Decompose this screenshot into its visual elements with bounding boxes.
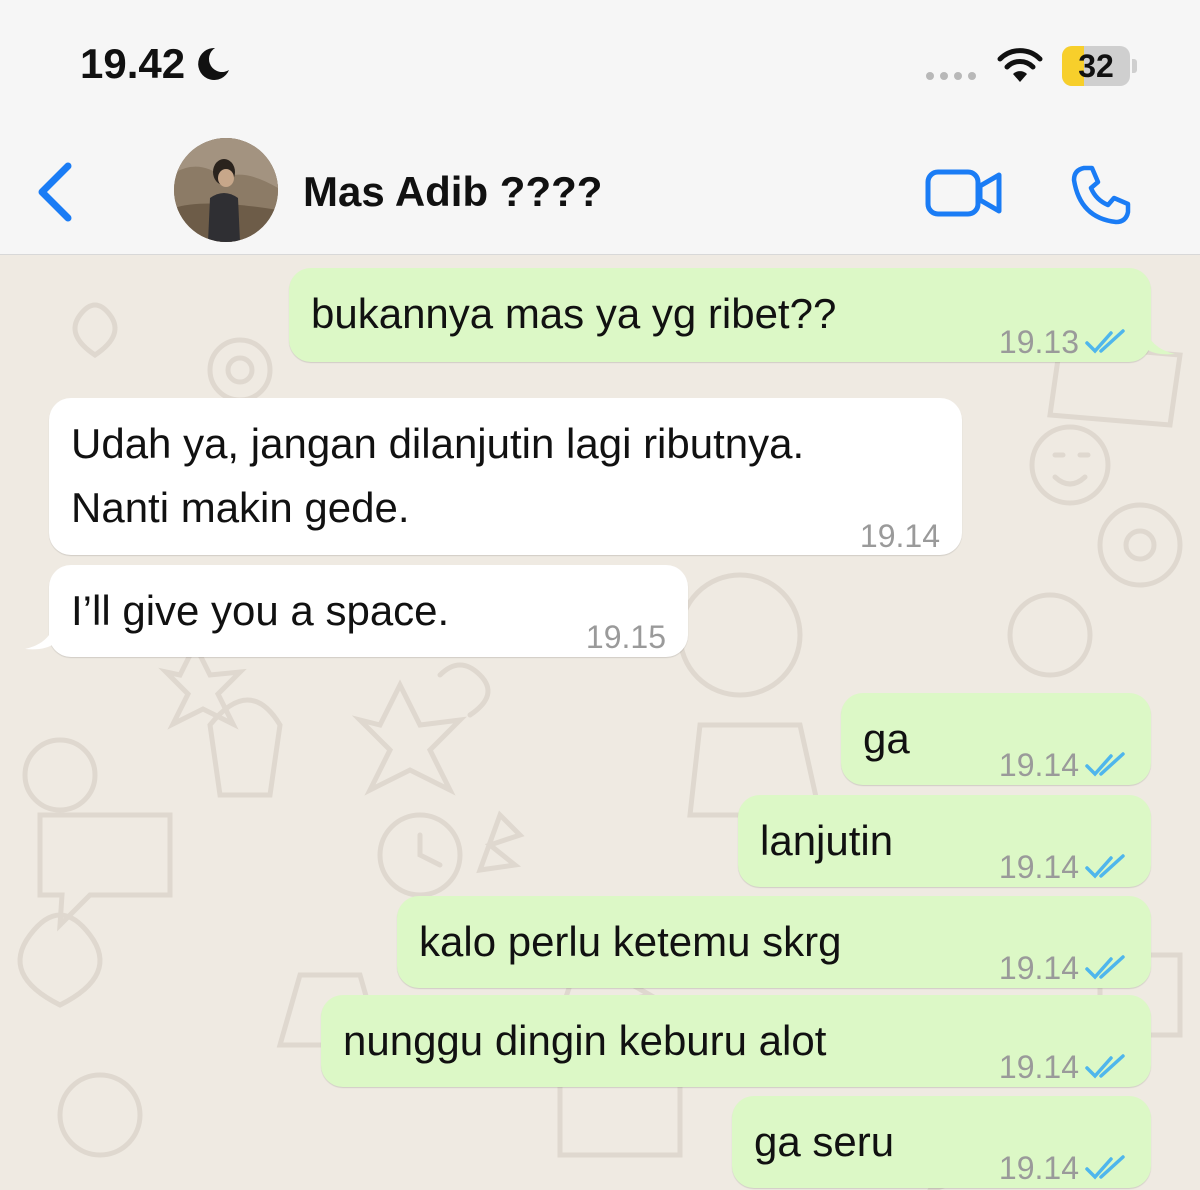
message-bubble-outgoing[interactable]: lanjutin 19.14 bbox=[738, 795, 1151, 887]
message-bubble-outgoing[interactable]: kalo perlu ketemu skrg 19.14 bbox=[397, 896, 1151, 988]
read-ticks-icon bbox=[1085, 1155, 1125, 1180]
message-time: 19.14 bbox=[998, 950, 1079, 986]
status-bar: 19.42 32 bbox=[0, 0, 1200, 120]
message-text-line: Nanti makin gede. bbox=[71, 484, 410, 531]
video-call-icon[interactable] bbox=[925, 168, 1003, 218]
message-meta: 19.14 bbox=[999, 936, 1127, 1000]
phone-call-icon[interactable] bbox=[1070, 164, 1132, 226]
message-list[interactable]: bukannya mas ya yg ribet?? 19.13 Udah ya… bbox=[0, 255, 1200, 1190]
message-text: kalo perlu ketemu skrg bbox=[419, 918, 842, 965]
message-time: 19.14 bbox=[998, 747, 1079, 783]
cellular-signal-icon bbox=[926, 72, 976, 80]
wifi-icon bbox=[997, 48, 1043, 82]
chat-header: Mas Adib ???? bbox=[0, 120, 1200, 255]
message-time: 19.14 bbox=[859, 518, 940, 554]
status-time: 19.42 bbox=[80, 40, 233, 88]
battery-icon: 32 bbox=[1062, 46, 1138, 86]
message-text: ga seru bbox=[754, 1118, 895, 1165]
message-meta: 19.13 bbox=[999, 310, 1127, 374]
read-ticks-icon bbox=[1085, 955, 1125, 980]
message-text: I’ll give you a space. bbox=[71, 587, 450, 634]
read-ticks-icon bbox=[1085, 854, 1125, 879]
message-text: lanjutin bbox=[760, 817, 894, 864]
moon-icon bbox=[198, 47, 230, 80]
message-time: 19.15 bbox=[585, 619, 666, 655]
message-time: 19.13 bbox=[998, 324, 1079, 360]
message-time: 19.14 bbox=[998, 1150, 1079, 1186]
message-bubble-outgoing[interactable]: ga seru 19.14 bbox=[732, 1096, 1151, 1188]
contact-name[interactable]: Mas Adib ???? bbox=[303, 168, 602, 216]
message-meta: 19.14 bbox=[999, 835, 1127, 899]
message-time: 19.14 bbox=[998, 849, 1079, 885]
message-time: 19.14 bbox=[998, 1049, 1079, 1085]
message-meta: 19.15 bbox=[586, 605, 666, 669]
message-text: nunggu dingin keburu alot bbox=[343, 1017, 827, 1064]
clock-text: 19.42 bbox=[80, 40, 186, 87]
message-meta: 19.14 bbox=[999, 733, 1127, 797]
message-bubble-outgoing[interactable]: ga 19.14 bbox=[841, 693, 1151, 785]
read-ticks-icon bbox=[1085, 752, 1125, 777]
read-ticks-icon bbox=[1085, 329, 1125, 354]
message-meta: 19.14 bbox=[999, 1035, 1127, 1099]
battery-percent: 32 bbox=[1078, 48, 1114, 84]
contact-avatar[interactable] bbox=[174, 138, 278, 242]
message-bubble-incoming[interactable]: Udah ya, jangan dilanjutin lagi ributnya… bbox=[49, 398, 962, 555]
bubble-tail bbox=[25, 621, 55, 650]
message-text-line: Udah ya, jangan dilanjutin lagi ributnya… bbox=[71, 420, 805, 467]
message-meta: 19.14 bbox=[860, 504, 940, 568]
avatar-photo bbox=[174, 138, 278, 242]
bubble-tail bbox=[1145, 326, 1175, 355]
back-chevron-icon[interactable] bbox=[30, 160, 80, 224]
message-bubble-outgoing[interactable]: nunggu dingin keburu alot 19.14 bbox=[321, 995, 1151, 1087]
message-meta: 19.14 bbox=[999, 1136, 1127, 1190]
message-bubble-incoming[interactable]: I’ll give you a space. 19.15 bbox=[25, 565, 688, 657]
message-text: bukannya mas ya yg ribet?? bbox=[311, 290, 837, 337]
message-text: ga bbox=[863, 715, 910, 762]
message-bubble-outgoing[interactable]: bukannya mas ya yg ribet?? 19.13 bbox=[289, 268, 1175, 362]
read-ticks-icon bbox=[1085, 1054, 1125, 1079]
